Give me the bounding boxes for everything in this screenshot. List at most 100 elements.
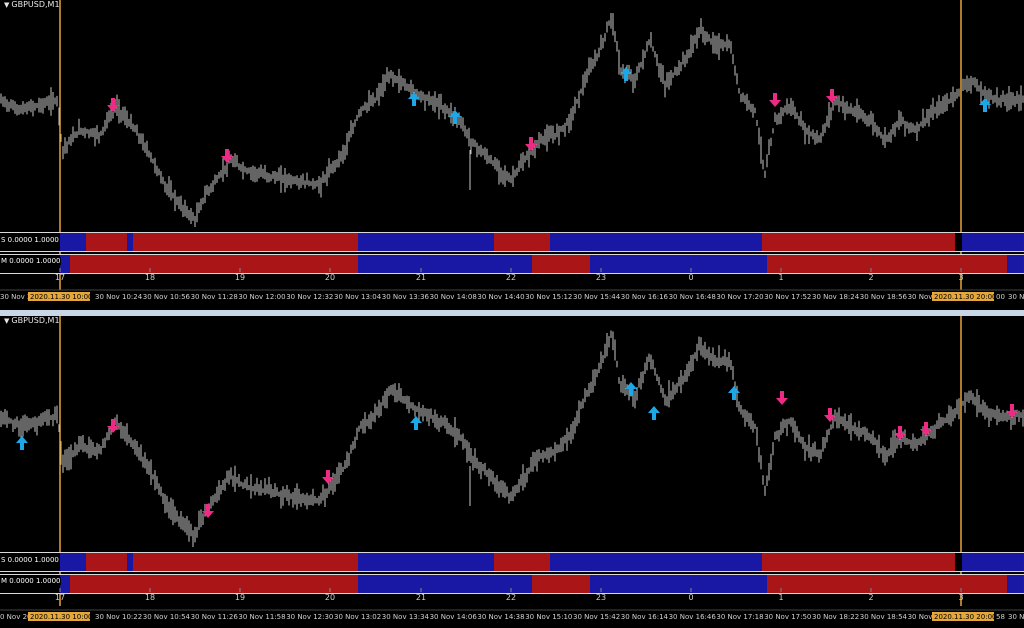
indicator-m-strip-segment [1007,575,1024,593]
time-axis-label: 30 Nov 12:00 [238,293,285,301]
indicator-m-strip-segment [532,575,590,593]
indicator-s-label: S 0.0000 1.0000 [0,556,60,564]
hour-tick-label: 20 [325,273,335,282]
buy-signal-up-arrow-icon [648,406,660,420]
hour-tick-label: 2 [868,273,873,282]
hour-tick-label: 20 [325,593,335,602]
sell-signal-down-arrow-icon [920,422,932,436]
hour-tick-label: 22 [506,273,516,282]
hour-tick-label: 17 [55,593,65,602]
time-axis-label: 30 Nov 16:14 [621,613,669,621]
time-axis-label: 30 Nov 16:16 [621,293,669,301]
time-axis-label: 30 Nov 18:54 [860,613,908,621]
hour-tick-label: 1 [778,593,783,602]
time-axis-label: 30 Nov 17:52 [764,293,811,301]
time-axis-label: 58 [996,613,1005,621]
hour-tick-label: 3 [958,593,963,602]
time-axis-label: 30 Nov 10:24 [95,293,143,301]
time-axis-label: 30 Nov 18:22 [812,613,859,621]
sell-signal-down-arrow-icon [894,426,906,440]
indicator-m-label: M 0.0000 1.0000 [0,257,62,265]
chart-panel-bottom[interactable]: ▼ GBPUSD,M1 17 18 19 20 21 22 23 0 1 2 3 0 Nov 20 30… [0,316,1024,628]
indicator-m-strip-segment [1007,255,1024,273]
chart-panel-top[interactable]: ▼ GBPUSD,M1 17 18 19 20 21 22 23 0 1 2 3 30 Nov 20 3… [0,0,1024,310]
buy-signal-up-arrow-icon [410,416,422,430]
time-axis-label: 30 Nov 16:48 [669,293,716,301]
hour-tick-label: 3 [958,273,963,282]
time-axis-label: 30 Nov 13:04 [334,293,382,301]
time-axis-label: 30 Nov 14:08 [430,293,477,301]
time-axis-label: 30 Nov 15:12 [525,293,572,301]
hour-tick-label: 1 [778,273,783,282]
sell-signal-down-arrow-icon [769,93,781,107]
time-marker-text: 2020.11.30 10:00 [30,293,92,301]
time-axis-label: 30 Nov 15:44 [573,293,621,301]
time-marker-text: 2020.11.30 20:00 [934,613,996,621]
hour-tick-label: 23 [596,273,606,282]
hour-tick-label: 23 [596,593,606,602]
time-axis-label: 0 Nov 20 [0,613,31,621]
time-marker-text: 2020.11.30 20:00 [934,293,996,301]
sell-signal-down-arrow-icon [776,391,788,405]
price-chart-svg[interactable]: 17 18 19 20 21 22 23 0 1 2 30 Nov 20 30 Nov 10:22 30… [0,316,1024,628]
sell-signal-down-arrow-icon [322,470,334,484]
indicator-m-strip-segment [767,575,1007,593]
hour-tick-label: 17 [55,273,65,282]
sell-signal-down-arrow-icon [826,89,838,103]
indicator-m-strip-segment [590,575,767,593]
hour-tick-label: 21 [416,593,426,602]
hour-tick-label: 2 [868,593,873,602]
indicator-m-label: M 0.0000 1.0000 [0,577,62,585]
time-axis-label: 30 Nov 13:36 [382,293,430,301]
time-axis-label: 30 N [1008,613,1024,621]
time-axis-label: 30 Nov 12:30 [286,613,333,621]
buy-signal-up-arrow-icon [728,386,740,400]
candles [0,12,1024,227]
time-axis-label: 30 Nov 18:24 [812,293,860,301]
time-axis-label: 30 Nov 18:56 [860,293,908,301]
time-axis-label: 30 Nov 11:28 [191,293,238,301]
time-axis-label: 30 Nov 10:22 [95,613,142,621]
indicator-m-strip-segment [767,255,1007,273]
indicator-m-strip-segment [532,255,590,273]
indicator-s-label: S 0.0000 1.0000 [0,236,60,244]
hour-tick-label: 22 [506,593,516,602]
hour-tick-label: 21 [416,273,426,282]
sell-signal-down-arrow-icon [1006,404,1018,418]
time-axis-label: 30 Nov 16:46 [669,613,717,621]
time-axis-label: 30 Nov 11:58 [238,613,285,621]
time-axis-label: 30 Nov 14:06 [430,613,478,621]
indicator-s-strip-segment [962,553,1024,571]
indicator-m-strip-segment [60,575,70,593]
time-axis-label: 30 N [1008,293,1024,301]
time-axis-label: 30 Nov 15:42 [573,613,620,621]
indicator-s-strip-segment [962,233,1024,251]
time-axis-label: 30 Nov 17:18 [716,613,763,621]
buy-signal-up-arrow-icon [16,436,28,450]
hour-tick-label: 19 [235,273,245,282]
time-axis-label: 30 Nov 11:26 [191,613,239,621]
time-axis-label: 30 Nov 13:34 [382,613,430,621]
time-axis-label: 30 Nov 14:40 [477,293,524,301]
time-marker-text: 2020.11.30 10:00 [30,613,92,621]
time-axis-label: 30 Nov 14:38 [477,613,524,621]
time-axis-label: 30 Nov 15:10 [525,613,572,621]
time-axis-label: 30 Nov 17:20 [716,293,763,301]
time-axis-label: 00 [996,293,1005,301]
hour-tick-label: 0 [688,593,693,602]
indicator-m-strip-segment [60,255,70,273]
time-axis-label: 30 Nov 13:02 [334,613,381,621]
candles [0,330,1024,548]
time-axis-label: 30 Nov 10:54 [143,613,191,621]
sell-signal-down-arrow-icon [202,504,214,518]
hour-tick-label: 18 [145,273,155,282]
buy-signal-up-arrow-icon [620,67,632,81]
price-chart-svg[interactable]: 17 18 19 20 21 22 23 0 1 2 330 Nov 20 30 Nov 10:24 3… [0,0,1024,310]
time-axis-label: 30 Nov 17:50 [764,613,811,621]
sell-signal-down-arrow-icon [824,408,836,422]
indicator-m-strip-segment [590,255,767,273]
hour-tick-label: 19 [235,593,245,602]
hour-tick-label: 18 [145,593,155,602]
time-axis-label: 30 Nov 10:56 [143,293,191,301]
hour-tick-label: 0 [688,273,693,282]
